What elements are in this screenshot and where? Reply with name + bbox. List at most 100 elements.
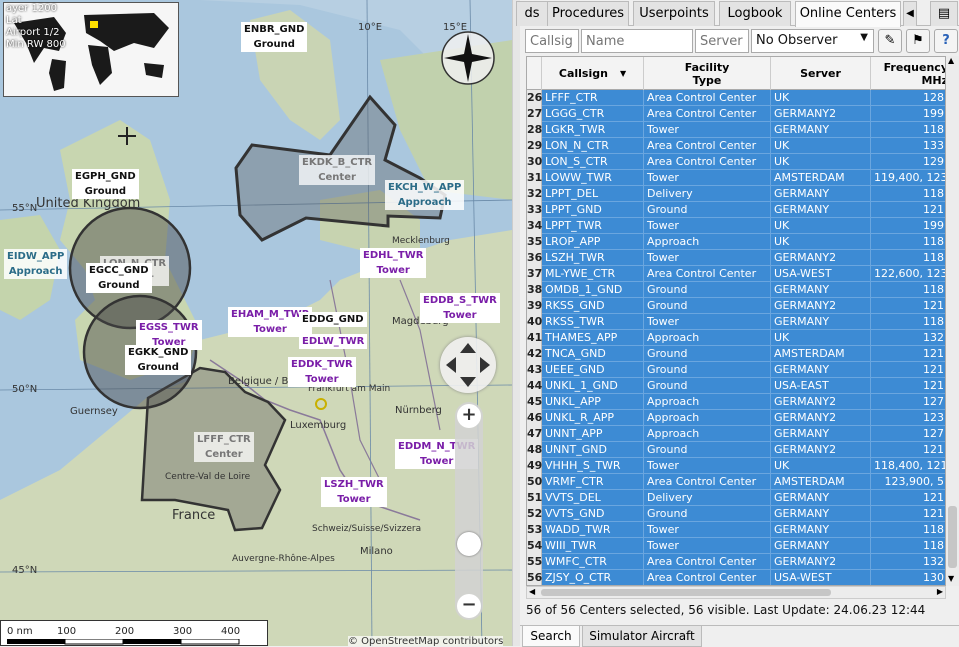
row-facility-type: Tower (644, 250, 771, 266)
map-view[interactable]: 10°E 15°E 55°N 50°N 45°N United Kingdom … (0, 0, 512, 646)
filter-reset-icon[interactable]: ⚑ (906, 29, 930, 53)
table-row[interactable]: 36 LSZH_TWR Tower GERMANY2 118 (527, 250, 945, 266)
scale-bar: 0 nm 100 200 300 400 (0, 620, 268, 646)
server-input[interactable] (695, 29, 749, 53)
table-row[interactable]: 46 UNKL_R_APP Approach GERMANY2 123 (527, 410, 945, 426)
tab-online-centers[interactable]: Online Centers (795, 1, 901, 27)
table-row[interactable]: 44 UNKL_1_GND Ground USA-EAST 121 (527, 378, 945, 394)
zoom-slider[interactable]: + − (455, 402, 483, 620)
row-frequency: 129 (871, 154, 945, 170)
table-row[interactable]: 48 UNNT_GND Ground GERMANY2 121 (527, 442, 945, 458)
atc-callsign: EDDB_S_TWR (420, 293, 500, 308)
scroll-up-icon[interactable]: ▲ (948, 56, 954, 65)
row-facility-type: Ground (644, 202, 771, 218)
table-row[interactable]: 53 WADD_TWR Tower GERMANY 118 (527, 522, 945, 538)
table-row[interactable]: 37 ML-YWE_CTR Area Control Center USA-WEST 1… (527, 266, 945, 282)
table-row[interactable]: 33 LPPT_GND Ground GERMANY 121 (527, 202, 945, 218)
scroll-down-icon[interactable]: ▼ (948, 574, 954, 583)
table-row[interactable]: 39 RKSS_GND Ground GERMANY2 121 (527, 298, 945, 314)
header-server[interactable]: Server (771, 57, 871, 90)
tab-userpoints[interactable]: Userpoints (633, 1, 715, 26)
header-facility-type[interactable]: Facility Type (644, 57, 771, 90)
table-row[interactable]: 34 LPPT_TWR Tower UK 199 (527, 218, 945, 234)
atc-label[interactable]: EIDW_APP Approach (4, 249, 68, 279)
table-row[interactable]: 41 THAMES_APP Approach UK 132 (527, 330, 945, 346)
num: 51 (527, 490, 543, 506)
atc-label[interactable]: EDDG_GND (299, 312, 367, 327)
atc-label[interactable]: LFFF_CTR Center (194, 432, 254, 462)
atc-label[interactable]: EKDK_B_CTR Center (299, 155, 376, 185)
row-callsign: RKSS_TWR (542, 314, 644, 330)
geo-label: Milano (360, 546, 393, 557)
tab-scroll-left-icon[interactable]: ◀ (903, 1, 917, 26)
table-row[interactable]: 43 UEEE_GND Ground GERMANY 121 (527, 362, 945, 378)
table-row[interactable]: 32 LPPT_DEL Delivery GERMANY 118 (527, 186, 945, 202)
header-frequency[interactable]: Frequency MHz (871, 57, 945, 90)
table-row[interactable]: 45 UNKL_APP Approach GERMANY2 127 (527, 394, 945, 410)
atc-type: Ground (72, 184, 139, 199)
row-callsign: WADD_TWR (542, 522, 644, 538)
row-server: GERMANY (771, 506, 871, 522)
tab-simulator-aircraft[interactable]: Simulator Aircraft (582, 626, 702, 647)
atc-label[interactable]: EKCH_W_APP Approach (385, 180, 465, 210)
vertical-scrollbar[interactable]: ▲ ▼ (946, 56, 959, 586)
table-row[interactable]: 29 LON_N_CTR Area Control Center UK 133 (527, 138, 945, 154)
num: 53 (527, 522, 543, 538)
table-row[interactable]: 55 WMFC_CTR Area Control Center GERMANY2 132 (527, 554, 945, 570)
atc-label[interactable]: EDDB_S_TWR Tower (420, 293, 500, 323)
pan-control[interactable] (440, 337, 496, 393)
table-row[interactable]: 52 VVTS_GND Ground GERMANY 121 (527, 506, 945, 522)
table-row[interactable]: 56 ZJSY_O_CTR Area Control Center USA-WEST 1… (527, 570, 945, 585)
atc-label[interactable]: EGPH_GND Ground (72, 169, 139, 199)
atc-label[interactable]: EGCC_GND Ground (86, 263, 152, 293)
scrollbar-thumb[interactable] (948, 506, 957, 568)
table-row[interactable]: 40 RKSS_TWR Tower GERMANY 118 (527, 314, 945, 330)
atc-label[interactable]: EDDK_TWR Tower (288, 357, 356, 387)
table-row[interactable]: 50 VRMF_CTR Area Control Center AMSTERDAM 12… (527, 474, 945, 490)
zoom-handle[interactable] (457, 532, 481, 556)
num: 48 (527, 442, 543, 458)
scrollbar-thumb[interactable] (541, 589, 831, 596)
tab-menu-icon[interactable]: ▤ (930, 1, 958, 26)
table-row[interactable]: 47 UNNT_APP Approach GERMANY 127 (527, 426, 945, 442)
zoom-in-button[interactable]: + (457, 404, 481, 428)
callsign-input[interactable] (525, 29, 579, 53)
tab-prev[interactable]: ds (516, 1, 548, 26)
clear-filter-icon[interactable]: ✎ (878, 29, 902, 53)
name-input[interactable] (581, 29, 693, 53)
table-row[interactable]: 54 WIII_TWR Tower GERMANY 118 (527, 538, 945, 554)
table-row[interactable]: 28 LGKR_TWR Tower GERMANY 118 (527, 122, 945, 138)
table-row[interactable]: 27 LGGG_CTR Area Control Center GERMANY2 199 (527, 106, 945, 122)
atc-label[interactable]: EGKK_GND Ground (125, 345, 192, 375)
table-row[interactable]: 42 TNCA_GND Ground AMSTERDAM 121 (527, 346, 945, 362)
row-frequency: 123 (871, 410, 945, 426)
atc-label[interactable]: ENBR_GND Ground (241, 22, 308, 52)
table-row[interactable]: 35 LROP_APP Approach UK 118 (527, 234, 945, 250)
tab-procedures[interactable]: Procedures (547, 1, 629, 26)
tab-search[interactable]: Search (522, 626, 580, 647)
horizontal-scrollbar[interactable]: ◀ ▶ (526, 586, 946, 599)
num: 36 (527, 250, 543, 266)
scroll-left-icon[interactable]: ◀ (529, 587, 535, 596)
table-row[interactable]: 30 LON_S_CTR Area Control Center UK 129 (527, 154, 945, 170)
table-row[interactable]: 31 LOWW_TWR Tower AMSTERDAM 119,400, 123 (527, 170, 945, 186)
help-icon[interactable]: ? (934, 29, 958, 53)
row-server: UK (771, 90, 871, 106)
table-row[interactable]: 51 VVTS_DEL Delivery GERMANY 121 (527, 490, 945, 506)
scroll-right-icon[interactable]: ▶ (937, 587, 943, 596)
centers-table[interactable]: Callsign ▼ Facility Type Server Frequency… (526, 56, 946, 586)
atc-label[interactable]: LSZH_TWR Tower (321, 477, 387, 507)
row-frequency: 122,600, 123,05 (871, 266, 945, 282)
atc-label[interactable]: EDHL_TWR Tower (360, 248, 427, 278)
tab-logbook[interactable]: Logbook (719, 1, 791, 26)
table-row[interactable]: 49 VHHH_S_TWR Tower UK 118,400, 121 (527, 458, 945, 474)
observer-select[interactable]: No Observer ▼ (751, 29, 874, 53)
table-row[interactable]: 38 OMDB_1_GND Ground GERMANY 118 (527, 282, 945, 298)
atc-label[interactable]: EDLW_TWR (299, 334, 368, 349)
atc-callsign: EGSS_TWR (136, 320, 202, 335)
table-row[interactable]: 26 LFFF_CTR Area Control Center UK 128 (527, 90, 945, 106)
zoom-out-button[interactable]: − (457, 594, 481, 618)
overview-map[interactable]: ayer 1200 Lat Airport 1/2 Min RW 800 (3, 2, 179, 97)
panel-splitter[interactable] (512, 0, 520, 646)
header-callsign[interactable]: Callsign ▼ (542, 57, 644, 90)
